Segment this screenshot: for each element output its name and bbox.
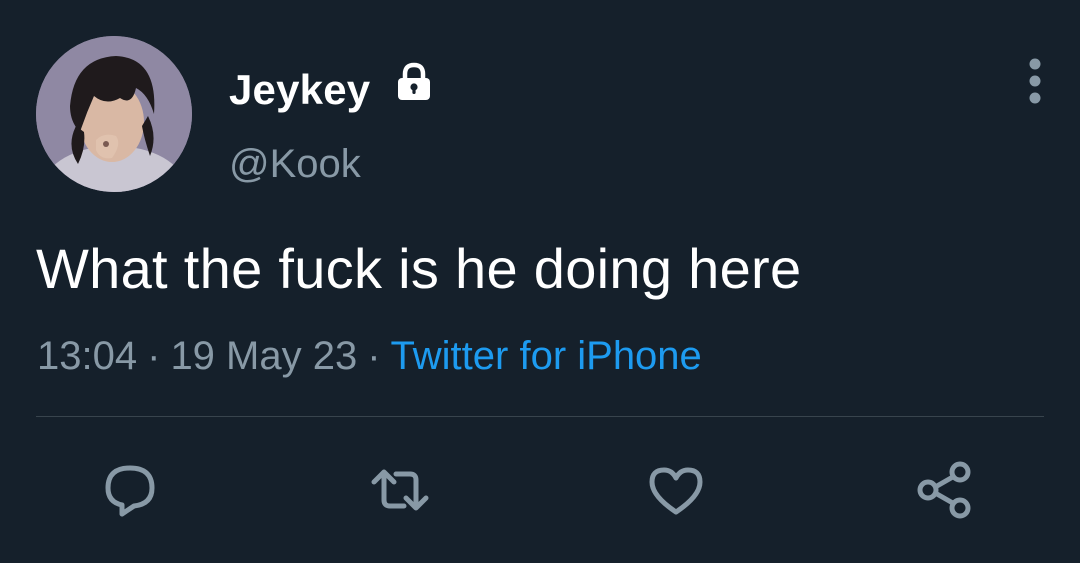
meta-separator: · [367,334,381,378]
tweet-meta: 13:04 · 19 May 23 · Twitter for iPhone [37,334,702,379]
author-handle[interactable]: @Kook [229,142,361,187]
tweet-time: 13:04 [37,334,138,378]
tweet-card: Jeykey @Kook What the fuck is he doing h… [0,0,1080,563]
share-icon [917,461,971,519]
more-vertical-icon[interactable] [1020,56,1050,106]
tweet-text: What the fuck is he doing here [36,237,802,300]
avatar-photo [36,36,192,192]
retweet-icon [371,469,429,511]
reply-button[interactable] [98,458,162,522]
share-button[interactable] [912,458,976,522]
retweet-button[interactable] [368,458,432,522]
lock-icon [398,62,430,100]
avatar[interactable] [36,36,192,192]
reply-icon [105,465,155,517]
tweet-date: 19 May 23 [170,334,358,378]
like-button[interactable] [644,458,708,522]
author-display-name[interactable]: Jeykey [229,66,370,114]
tweet-source-link[interactable]: Twitter for iPhone [391,334,702,378]
divider [36,416,1044,417]
meta-separator: · [147,334,161,378]
like-heart-icon [649,467,703,515]
